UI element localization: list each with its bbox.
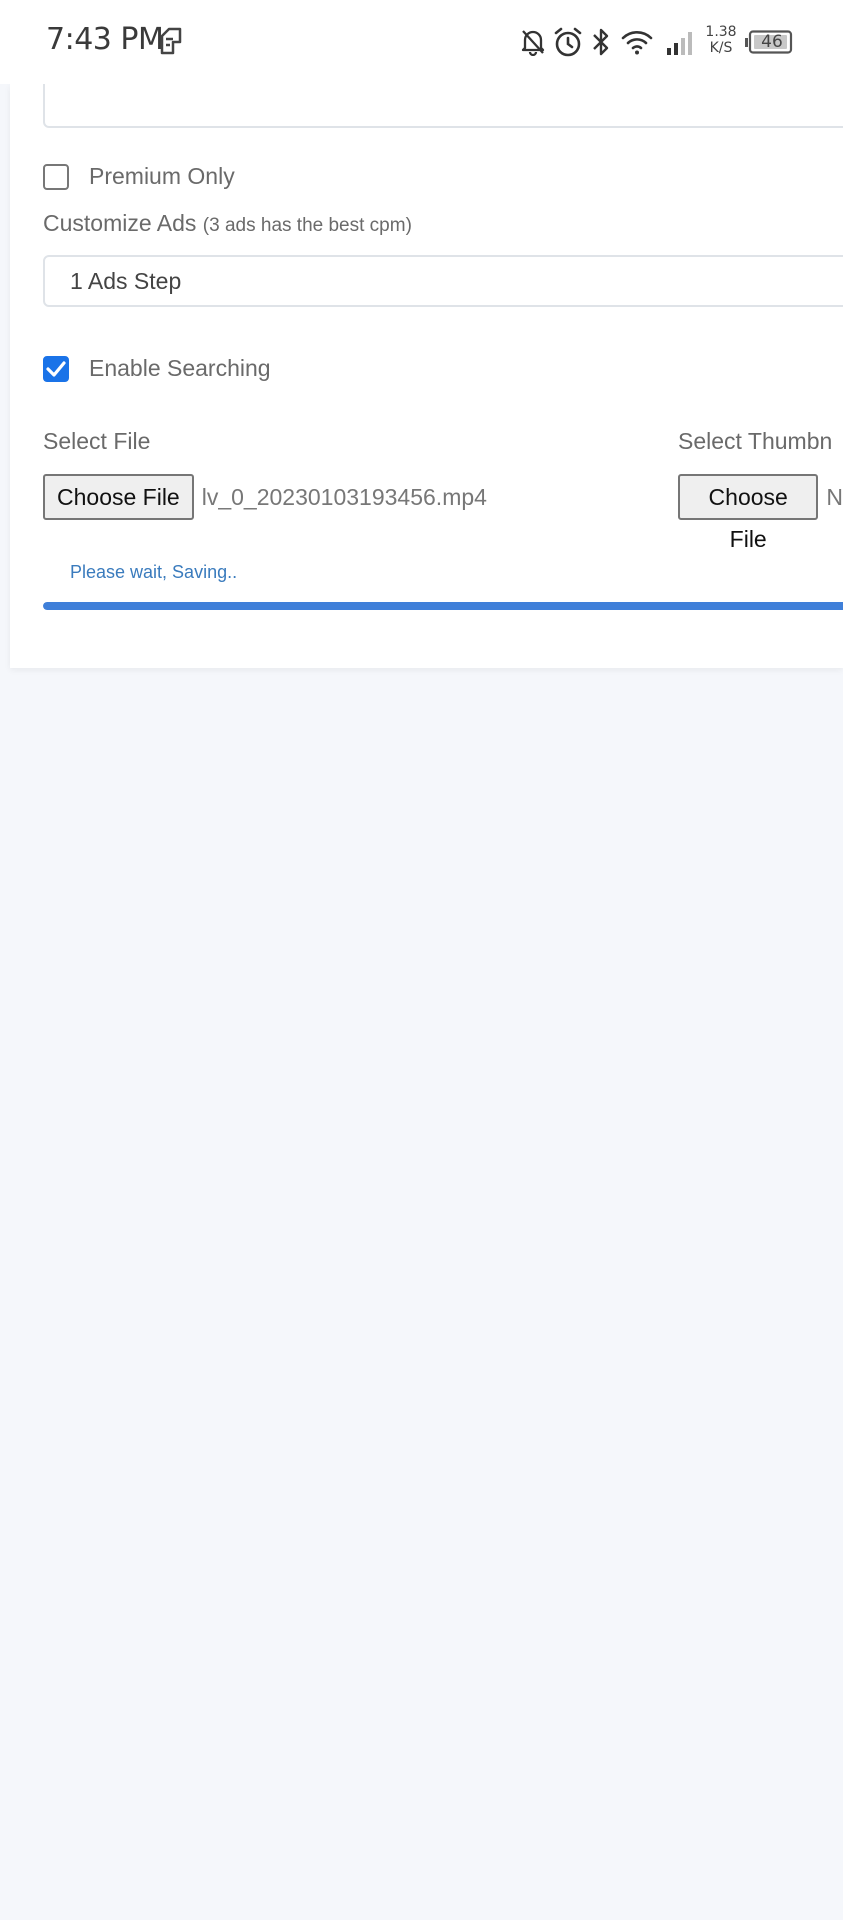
premium-only-row[interactable]: Premium Only	[43, 163, 235, 190]
notifications-off-icon	[521, 30, 545, 56]
enable-searching-checkbox[interactable]	[43, 355, 69, 382]
select-thumbnail-row: Choose File N	[678, 474, 843, 552]
selected-thumbnail-name: N	[826, 483, 843, 510]
network-speed: 1.38 K/S	[705, 24, 737, 56]
network-speed-unit: K/S	[709, 40, 733, 56]
checkmark-icon	[46, 360, 66, 377]
signal-icon	[667, 32, 692, 55]
select-thumbnail-label: Select Thumbn	[678, 428, 833, 454]
choose-thumbnail-button[interactable]: Choose File	[678, 474, 819, 552]
choose-file-button[interactable]: Choose File	[43, 474, 194, 520]
select-file-label: Select File	[43, 428, 151, 454]
premium-only-label: Premium Only	[89, 163, 235, 189]
status-bar: 7:43 PM 1.38 K/S 46	[0, 0, 843, 84]
enable-searching-label: Enable Searching	[89, 355, 271, 381]
selected-file-name: lv_0_20230103193456.mp4	[201, 483, 487, 510]
enable-searching-row[interactable]: Enable Searching	[43, 355, 271, 382]
customize-ads-title: Customize Ads	[43, 210, 197, 236]
network-speed-value: 1.38	[705, 24, 737, 40]
customize-ads-label: Customize Ads (3 ads has the best cpm)	[43, 210, 412, 237]
ads-step-select[interactable]: 1 Ads Step	[43, 255, 843, 307]
upload-progress-bar	[43, 602, 843, 610]
select-file-row: Choose File lv_0_20230103193456.mp4	[43, 474, 487, 520]
sim-card-icon	[160, 27, 182, 55]
customize-ads-hint: (3 ads has the best cpm)	[202, 215, 412, 236]
upload-form-card: Premium Only Customize Ads (3 ads has th…	[10, 74, 843, 668]
saving-status-text: Please wait, Saving..	[70, 562, 238, 582]
status-time: 7:43 PM	[46, 22, 164, 57]
alarm-icon	[554, 27, 582, 57]
premium-only-checkbox[interactable]	[43, 163, 69, 190]
battery-level: 46	[761, 32, 783, 52]
upload-progress-fill	[43, 602, 843, 610]
wifi-icon	[621, 31, 653, 55]
bluetooth-icon	[593, 28, 609, 56]
